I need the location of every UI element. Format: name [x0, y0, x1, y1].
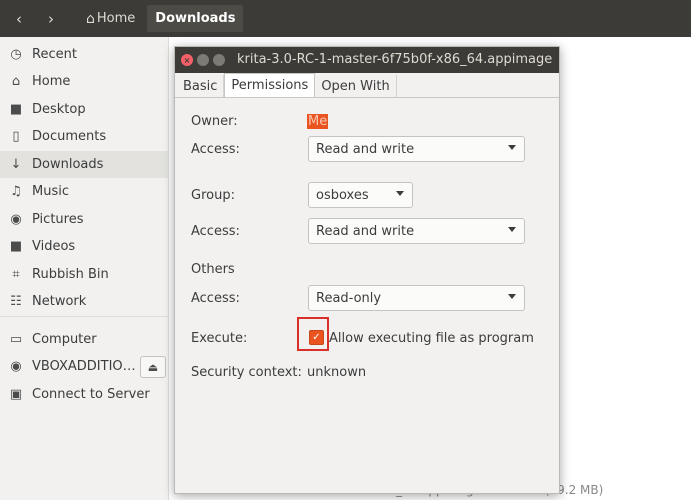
owner-label: Owner: — [191, 114, 238, 129]
minimize-button[interactable] — [197, 54, 209, 66]
sidebar-item-label: Pictures — [32, 212, 84, 227]
sidebar-item-label: Network — [32, 294, 87, 309]
sidebar-item-label: Downloads — [32, 157, 104, 172]
trash-icon: ⌗ — [12, 267, 20, 282]
camera-icon: ◉ — [10, 212, 22, 227]
dialog-title: krita-3.0-RC-1-master-6f75b0f-x86_64.app… — [237, 52, 553, 67]
properties-dialog: × krita-3.0-RC-1-master-6f75b0f-x86_64.a… — [174, 46, 560, 494]
sidebar-item-label: VBOXADDITIO… — [32, 359, 136, 374]
back-button[interactable]: ‹ — [6, 6, 32, 32]
header-bar: ‹ › ⌂ Home Downloads — [0, 0, 691, 37]
tab-label: Open With — [321, 78, 390, 94]
close-icon: × — [183, 55, 191, 65]
others-access-dropdown[interactable]: Read-only — [308, 285, 525, 311]
eject-button[interactable]: ⏏ — [140, 356, 166, 378]
execute-label: Execute: — [191, 331, 248, 346]
breadcrumb-home[interactable]: ⌂ Home — [78, 5, 143, 32]
group-access-label: Access: — [191, 224, 240, 239]
chevron-right-icon: › — [48, 9, 54, 28]
sidebar: ◷ Recent ⌂ Home ■ Desktop ▯ Documents ↓ … — [0, 37, 169, 500]
sidebar-item-rubbish-bin[interactable]: ⌗ Rubbish Bin — [0, 261, 168, 288]
chevron-left-icon: ‹ — [16, 9, 22, 28]
sidebar-item-label: Recent — [32, 47, 77, 62]
sidebar-item-label: Home — [32, 74, 71, 89]
execute-checkbox-label[interactable]: Allow executing file as program — [329, 331, 534, 346]
sidebar-item-label: Rubbish Bin — [32, 267, 109, 282]
sidebar-item-desktop[interactable]: ■ Desktop — [0, 96, 168, 123]
security-context-label: Security context: — [191, 365, 302, 380]
sidebar-item-network[interactable]: ☷ Network — [0, 288, 168, 315]
sidebar-item-label: Connect to Server — [32, 387, 150, 402]
tab-label: Basic — [183, 78, 218, 94]
chevron-down-icon — [508, 294, 516, 299]
chevron-down-icon — [508, 227, 516, 232]
sidebar-item-pictures[interactable]: ◉ Pictures — [0, 206, 168, 233]
sidebar-item-label: Desktop — [32, 102, 86, 117]
owner-access-dropdown[interactable]: Read and write — [308, 136, 525, 162]
eject-icon: ⏏ — [147, 360, 159, 374]
others-access-label: Access: — [191, 291, 240, 306]
sidebar-item-label: Computer — [32, 332, 97, 347]
tab-permissions[interactable]: Permissions — [224, 73, 316, 97]
others-access-value: Read-only — [316, 290, 382, 306]
dialog-titlebar: × krita-3.0-RC-1-master-6f75b0f-x86_64.a… — [175, 47, 559, 73]
others-label: Others — [191, 262, 235, 277]
breadcrumb-downloads[interactable]: Downloads — [147, 5, 244, 32]
close-button[interactable]: × — [181, 54, 193, 66]
checkmark-icon: ✓ — [312, 332, 321, 343]
forward-button[interactable]: › — [38, 6, 64, 32]
network-icon: ☷ — [10, 294, 22, 309]
group-value: osboxes — [316, 187, 369, 203]
breadcrumb-downloads-label: Downloads — [155, 11, 236, 26]
sidebar-item-recent[interactable]: ◷ Recent — [0, 41, 168, 68]
home-icon: ⌂ — [11, 74, 21, 89]
sidebar-divider — [0, 316, 168, 317]
sidebar-item-music[interactable]: ♫ Music — [0, 178, 168, 205]
clock-icon: ◷ — [10, 47, 22, 62]
download-icon: ↓ — [10, 157, 22, 172]
execute-checkbox[interactable]: ✓ — [309, 330, 324, 345]
sidebar-item-documents[interactable]: ▯ Documents — [0, 123, 168, 150]
sidebar-item-downloads[interactable]: ↓ Downloads — [0, 151, 168, 178]
folder-icon: ■ — [9, 102, 23, 117]
group-access-dropdown[interactable]: Read and write — [308, 218, 525, 244]
sidebar-item-label: Videos — [32, 239, 76, 254]
chevron-down-icon — [508, 145, 516, 150]
group-dropdown[interactable]: osboxes — [308, 182, 413, 208]
group-access-value: Read and write — [316, 223, 415, 239]
chevron-down-icon — [396, 191, 404, 196]
owner-access-value: Read and write — [316, 141, 415, 157]
tab-basic[interactable]: Basic — [177, 75, 225, 97]
document-icon: ▯ — [12, 129, 20, 144]
sidebar-item-videos[interactable]: ■ Videos — [0, 233, 168, 260]
video-icon: ■ — [9, 239, 23, 254]
sidebar-item-vboxadditions[interactable]: ◉ VBOXADDITIO… ⏏ — [0, 353, 168, 380]
sidebar-item-label: Documents — [32, 129, 107, 144]
disc-icon: ◉ — [10, 359, 22, 374]
sidebar-item-computer[interactable]: ▭ Computer — [0, 326, 168, 353]
server-icon: ▣ — [9, 387, 23, 402]
group-label: Group: — [191, 188, 235, 203]
music-icon: ♫ — [10, 184, 22, 199]
breadcrumb-home-label: Home — [96, 11, 136, 26]
owner-value: Me — [307, 114, 329, 129]
tab-label: Permissions — [231, 78, 309, 93]
sidebar-item-home[interactable]: ⌂ Home — [0, 68, 168, 95]
sidebar-item-label: Music — [32, 184, 69, 199]
tab-open-with[interactable]: Open With — [315, 75, 397, 97]
drive-icon: ▭ — [9, 332, 23, 347]
home-icon: ⌂ — [86, 10, 95, 27]
tab-bar: Basic Permissions Open With — [175, 73, 559, 98]
security-context-value: unknown — [307, 365, 367, 380]
owner-access-label: Access: — [191, 142, 240, 157]
maximize-button[interactable] — [213, 54, 225, 66]
sidebar-item-connect-to-server[interactable]: ▣ Connect to Server — [0, 381, 168, 408]
